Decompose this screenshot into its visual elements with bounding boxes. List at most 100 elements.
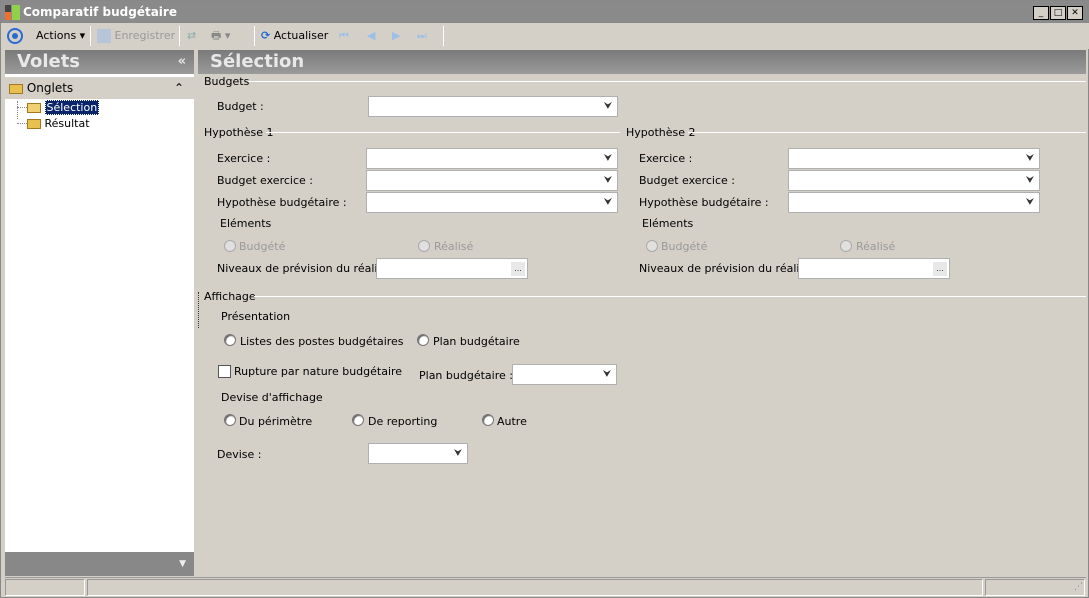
perimetre-label: Du périmètre — [239, 415, 313, 428]
collapse-section-icon[interactable]: ⌃ — [174, 77, 184, 99]
separator — [90, 26, 91, 46]
actions-label: Actions — [36, 29, 77, 42]
budgete-label: Budgété — [661, 240, 708, 253]
budgete-label: Budgété — [239, 240, 286, 253]
previous-record-icon[interactable]: ◀ — [367, 27, 375, 45]
main-header: Sélection — [198, 50, 1086, 74]
budget-combo[interactable]: ⮟ — [368, 96, 618, 117]
minimize-button[interactable]: _ — [1033, 6, 1049, 20]
devise-combo[interactable]: ⮟ — [368, 443, 468, 464]
close-button[interactable]: ✕ — [1067, 6, 1083, 20]
hyp1-exercice-combo[interactable]: ⮟ — [366, 148, 618, 169]
pane-footer-dropdown[interactable]: ▼ — [5, 552, 194, 576]
pane-title: Volets — [17, 51, 81, 72]
elements-label: Eléments — [642, 217, 694, 230]
budget-exercice-label: Budget exercice : — [217, 174, 313, 187]
chevron-down-icon: ⮟ — [453, 448, 463, 459]
ellipsis-button[interactable]: ... — [511, 262, 525, 276]
page-title: Sélection — [210, 51, 305, 72]
autre-label: Autre — [497, 415, 527, 428]
realise-label: Réalisé — [434, 240, 474, 253]
status-cell — [985, 579, 1085, 596]
separator — [443, 26, 444, 46]
realise-label: Réalisé — [856, 240, 896, 253]
hyp1-budget-exercice-combo[interactable]: ⮟ — [366, 170, 618, 191]
save-button[interactable]: Enregistrer — [97, 27, 175, 45]
save-label: Enregistrer — [114, 29, 176, 42]
plan-label: Plan budgétaire — [433, 335, 520, 348]
main-content: Budgets Budget : ⮟ Hypothèse 1 Exercice … — [198, 74, 1086, 576]
budgets-group-label: Budgets — [204, 75, 250, 88]
chevron-down-icon: ⮟ — [1025, 153, 1035, 164]
next-record-icon[interactable]: ▶ — [392, 27, 400, 45]
hyp1-realise-radio[interactable] — [418, 240, 430, 252]
chevron-down-icon: ⮟ — [603, 101, 613, 112]
hyp1-budgete-radio[interactable] — [224, 240, 236, 252]
devise-affichage-label: Devise d'affichage — [221, 391, 323, 404]
chevron-down-icon: ⮟ — [603, 153, 613, 164]
window-title: Comparatif budgétaire — [23, 5, 177, 19]
chevron-down-icon: ⮟ — [1025, 197, 1035, 208]
reporting-label: De reporting — [368, 415, 438, 428]
status-bar: ⋰ — [5, 577, 1086, 596]
plan-budgetaire-label: Plan budgétaire : — [419, 369, 513, 382]
budget-label: Budget : — [217, 100, 264, 113]
plan-budgetaire-combo[interactable]: ⮟ — [512, 364, 617, 385]
autre-radio[interactable] — [482, 414, 494, 426]
refresh-icon: ⟳ — [261, 29, 271, 42]
actions-menu[interactable]: Actions ▾ — [36, 27, 85, 45]
folder-icon — [27, 119, 41, 129]
separator — [254, 26, 255, 46]
hyp2-budgete-radio[interactable] — [646, 240, 658, 252]
rupture-checkbox[interactable] — [218, 365, 231, 378]
hyp1-niveaux-field[interactable]: ... — [376, 258, 528, 279]
rupture-label: Rupture par nature budgétaire — [234, 365, 403, 378]
section-label: Onglets — [26, 81, 74, 95]
first-record-icon[interactable]: ⏮ — [339, 27, 349, 45]
hyp2-exercice-combo[interactable]: ⮟ — [788, 148, 1040, 169]
niveaux-label: Niveaux de prévision du réalisé : — [217, 262, 398, 275]
collapse-pane-icon[interactable]: « — [178, 50, 186, 74]
perimetre-radio[interactable] — [224, 414, 236, 426]
folder-icon — [9, 83, 23, 94]
tree-item-selection[interactable]: Sélection — [27, 100, 100, 115]
tree-item-resultat[interactable]: Résultat — [27, 117, 90, 130]
presentation-label: Présentation — [221, 310, 291, 323]
ellipsis-button[interactable]: ... — [933, 262, 947, 276]
last-record-icon[interactable]: ⏭ — [417, 27, 427, 45]
hyp2-realise-radio[interactable] — [840, 240, 852, 252]
hyp2-budget-exercice-combo[interactable]: ⮟ — [788, 170, 1040, 191]
print-icon[interactable]: 🖶 ▾ — [211, 27, 230, 45]
hyp2-niveaux-field[interactable]: ... — [798, 258, 950, 279]
exercice-label: Exercice : — [639, 152, 693, 165]
sync-icon[interactable]: ⇄ — [187, 27, 196, 45]
left-pane: Volets « Onglets ⌃ Sélection Résultat ▼ — [5, 50, 194, 576]
hyp1-hypothese-combo[interactable]: ⮟ — [366, 192, 618, 213]
hyp2-hypothese-combo[interactable]: ⮟ — [788, 192, 1040, 213]
toolbar: Actions ▾ Enregistrer ⇄ 🖶 ▾ ⟳ Actualiser… — [1, 23, 1089, 49]
status-cell — [87, 579, 983, 596]
exercice-label: Exercice : — [217, 152, 271, 165]
hypothese-budgetaire-label: Hypothèse budgétaire : — [639, 196, 769, 209]
resize-grip-icon[interactable]: ⋰ — [1074, 582, 1083, 592]
chevron-down-icon: ⮟ — [603, 175, 613, 186]
chevron-down-icon: ⮟ — [602, 369, 612, 380]
refresh-button[interactable]: ⟳ Actualiser — [261, 27, 328, 45]
hypothese-budgetaire-label: Hypothèse budgétaire : — [217, 196, 347, 209]
refresh-label: Actualiser — [273, 29, 329, 42]
reporting-radio[interactable] — [352, 414, 364, 426]
listes-label: Listes des postes budgétaires — [240, 335, 404, 348]
chevron-down-icon: ⮟ — [1025, 175, 1035, 186]
splitter-handle[interactable] — [198, 292, 199, 328]
hypothese1-group-label: Hypothèse 1 — [204, 126, 274, 139]
maximize-button[interactable]: □ — [1050, 6, 1066, 20]
elements-label: Eléments — [220, 217, 272, 230]
tree-item-label: Sélection — [44, 100, 100, 115]
plan-radio[interactable] — [417, 334, 429, 346]
onglets-section[interactable]: Onglets ⌃ — [5, 77, 194, 99]
separator — [179, 26, 180, 46]
listes-radio[interactable] — [224, 334, 236, 346]
menu-circle-icon[interactable] — [7, 28, 23, 44]
affichage-group-label: Affichage — [204, 290, 256, 303]
app-logo-icon — [5, 5, 20, 20]
